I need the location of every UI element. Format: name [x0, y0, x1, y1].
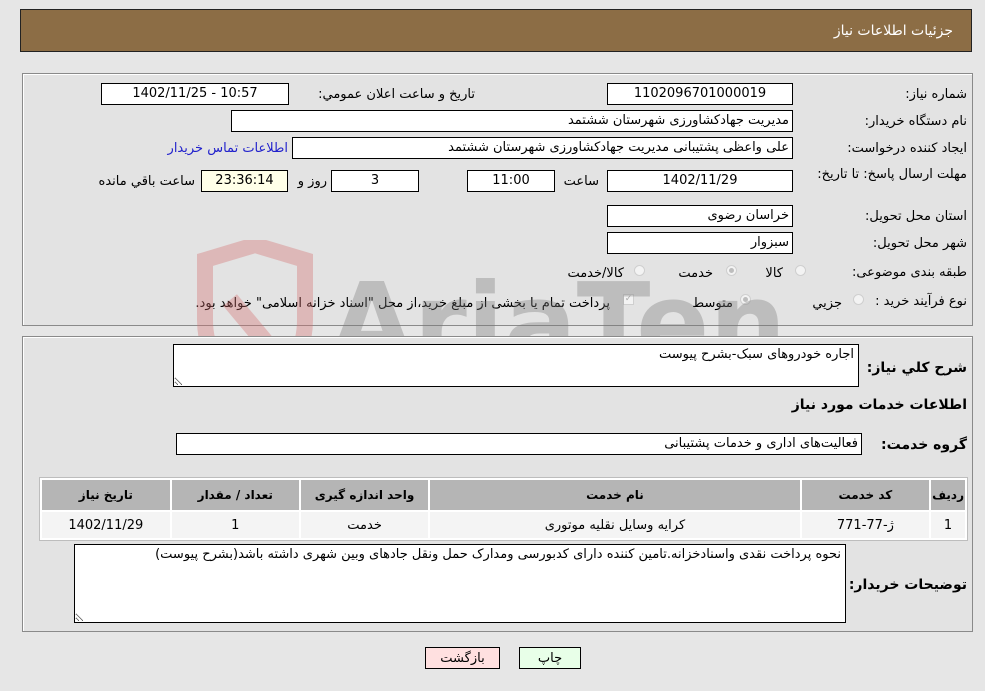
cell-service-name: کرایه وسایل نقلیه موتوری — [430, 512, 800, 538]
category-radio-goods-service[interactable] — [634, 265, 645, 276]
buyer-notes-label: توضیحات خریدار: — [848, 577, 967, 593]
category-option-goods-service: کالا/خدمت — [567, 266, 624, 281]
deadline-label: مهلت ارسال پاسخ: تا تاریخ: — [817, 167, 967, 182]
service-group-field[interactable]: فعالیت‌های اداری و خدمات پشتیبانی — [176, 433, 862, 455]
province-label: استان محل تحویل: — [865, 209, 967, 224]
page-title: جزئیات اطلاعات نیاز — [833, 23, 953, 39]
deadline-time-label: ساعت — [563, 174, 599, 189]
treasury-note: پرداخت تمام یا بخشی از مبلغ خرید،از محل … — [195, 296, 610, 311]
category-option-service: خدمت — [678, 266, 713, 281]
purchase-type-label: نوع فرآیند خرید : — [875, 294, 967, 309]
remaining-time-label: ساعت باقي مانده — [98, 174, 195, 189]
treasury-checkbox[interactable]: ✓ — [623, 294, 634, 305]
need-number-field[interactable]: 1102096701000019 — [607, 83, 793, 105]
purchase-radio-medium[interactable] — [740, 294, 751, 305]
cell-service-code: ژ-77-771 — [801, 512, 930, 538]
services-heading: اطلاعات خدمات مورد نياز — [791, 397, 967, 413]
remaining-time-field: 23:36:14 — [201, 170, 288, 192]
deadline-date-field[interactable]: 1402/11/29 — [607, 170, 793, 192]
purchase-option-medium: متوسط — [692, 296, 733, 311]
service-group-label: گروه خدمت: — [881, 437, 967, 453]
buyer-contact-link[interactable]: اطلاعات تماس خریدار — [168, 141, 288, 156]
table-header-row: رديف کد خدمت نام خدمت واحد اندازه گیری ت… — [42, 480, 965, 510]
category-radio-goods[interactable] — [795, 265, 806, 276]
col-service-name: نام خدمت — [430, 480, 800, 510]
summary-textarea[interactable]: اجاره خودروهای سبک-بشرح پیوست — [173, 344, 859, 387]
table-row: 1 ژ-77-771 کرایه وسایل نقلیه موتوری خدمت… — [42, 512, 965, 538]
summary-label: شرح کلي نياز: — [866, 360, 967, 376]
buyer-org-label: نام دستگاه خریدار: — [864, 114, 967, 129]
col-quantity: تعداد / مقدار — [171, 480, 299, 510]
col-service-code: کد خدمت — [801, 480, 930, 510]
city-label: شهر محل تحویل: — [872, 236, 967, 251]
category-radio-service[interactable] — [726, 265, 737, 276]
cell-need-date: 1402/11/29 — [42, 512, 170, 538]
province-field[interactable]: خراسان رضوی — [607, 205, 793, 227]
cell-quantity: 1 — [171, 512, 299, 538]
buyer-org-field[interactable]: مدیریت جهادکشاورزی شهرستان ششتمد — [231, 110, 793, 132]
announce-datetime-field[interactable]: 1402/11/25 - 10:57 — [101, 83, 289, 105]
buyer-notes-textarea[interactable]: نحوه پرداخت نقدی واسنادخزانه.تامین کننده… — [74, 544, 846, 623]
days-field[interactable]: 3 — [331, 170, 419, 192]
purchase-option-minor: جزيي — [812, 296, 842, 311]
requester-field[interactable]: علی واعظی پشتیبانی مدیریت جهادکشاورزی شه… — [292, 137, 793, 159]
purchase-radio-minor[interactable] — [853, 294, 864, 305]
page-header: جزئیات اطلاعات نیاز — [20, 9, 972, 52]
requester-label: ایجاد کننده درخواست: — [847, 141, 967, 156]
days-label: روز و — [297, 174, 327, 189]
col-need-date: تاریخ نیاز — [42, 480, 170, 510]
cell-row-number: 1 — [931, 512, 965, 538]
category-option-goods: کالا — [765, 266, 783, 281]
city-field[interactable]: سبزوار — [607, 232, 793, 254]
services-table: رديف کد خدمت نام خدمت واحد اندازه گیری ت… — [39, 477, 968, 541]
deadline-time-field[interactable]: 11:00 — [467, 170, 555, 192]
announce-datetime-label: تاریخ و ساعت اعلان عمومي: — [318, 87, 475, 102]
back-button[interactable]: بازگشت — [425, 647, 500, 669]
col-row-number: رديف — [931, 480, 965, 510]
cell-unit: خدمت — [300, 512, 429, 538]
print-button[interactable]: چاپ — [519, 647, 581, 669]
need-number-label: شماره نیاز: — [905, 87, 967, 102]
category-label: طبقه بندی موضوعی: — [851, 265, 967, 280]
col-unit: واحد اندازه گیری — [300, 480, 429, 510]
